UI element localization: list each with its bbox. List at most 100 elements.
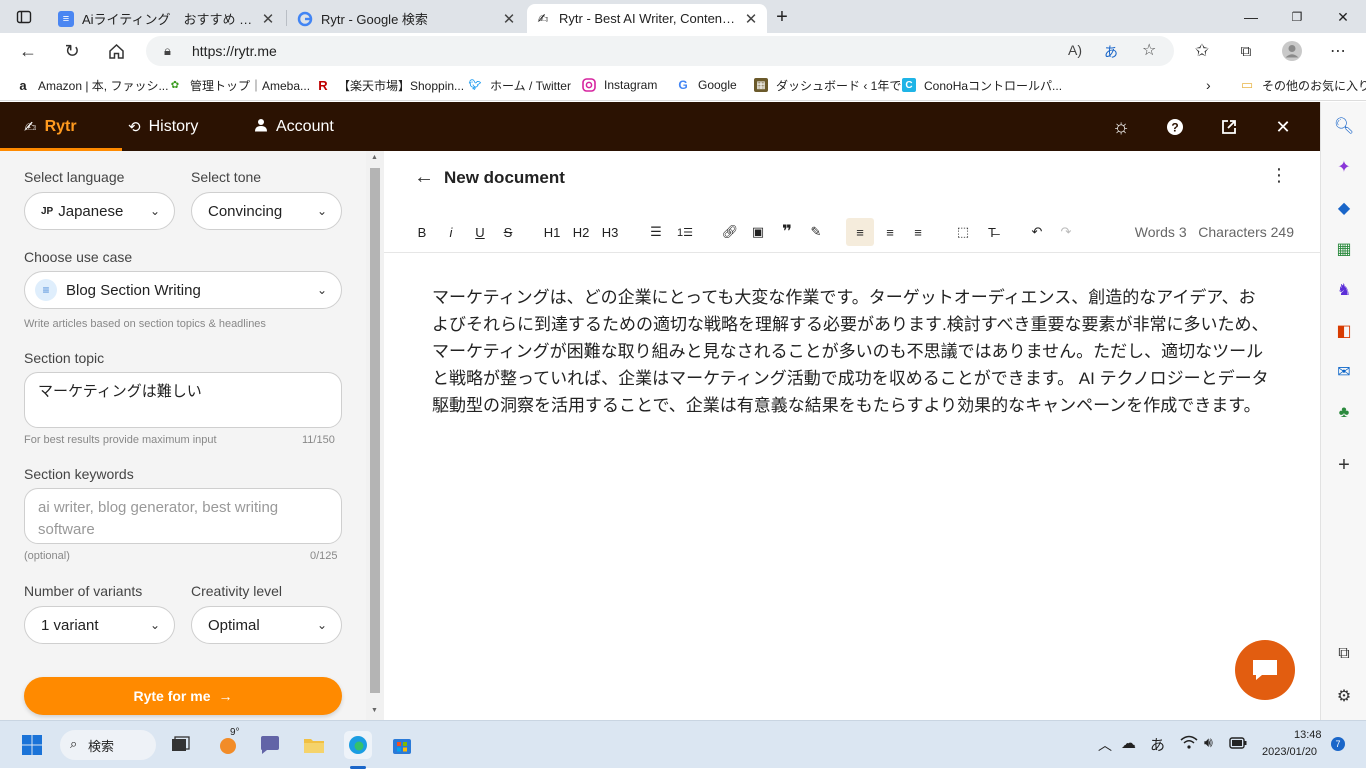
close-tab-icon[interactable]: ✕ bbox=[260, 10, 276, 28]
italic-button[interactable]: i bbox=[441, 220, 461, 244]
quote-icon[interactable]: ❞ bbox=[777, 220, 797, 244]
select-all-icon[interactable]: ⬚ bbox=[953, 220, 973, 244]
nav-account[interactable]: Account bbox=[254, 102, 334, 151]
ime-indicator[interactable]: あ bbox=[1150, 734, 1165, 755]
bookmark-instagram[interactable]: Instagram bbox=[582, 76, 657, 94]
office-icon[interactable]: ◧ bbox=[1332, 319, 1356, 343]
chat-support-button[interactable] bbox=[1235, 640, 1295, 700]
favorite-add-icon[interactable]: ☆ bbox=[1142, 40, 1156, 60]
h2-button[interactable]: H2 bbox=[571, 220, 591, 244]
weather-icon[interactable]: 9° bbox=[214, 727, 242, 759]
settings-gear-icon[interactable]: ⚙ bbox=[1332, 684, 1356, 708]
chat-teams-icon[interactable] bbox=[256, 731, 284, 759]
chevron-up-icon[interactable]: ︿ bbox=[1098, 735, 1112, 755]
other-favorites[interactable]: ▭ その他のお気に入り bbox=[1240, 76, 1366, 94]
tools-icon[interactable]: ▦ bbox=[1332, 237, 1356, 261]
usecase-select[interactable]: ≡ Blog Section Writing ⌄ bbox=[24, 271, 342, 309]
games-icon[interactable]: ♞ bbox=[1332, 278, 1356, 302]
browser-tab-docs[interactable]: ≡ Aiライティング おすすめ - Google ド ✕ bbox=[50, 4, 284, 33]
redo-icon[interactable]: ↷ bbox=[1056, 220, 1076, 244]
read-aloud-icon[interactable]: A) bbox=[1068, 42, 1082, 58]
bookmark-amazon[interactable]: a Amazon | 本, ファッシ... bbox=[16, 76, 168, 94]
strikethrough-button[interactable]: S bbox=[498, 220, 518, 244]
url-field[interactable]: 🔒︎ https://rytr.me A) あ ☆ bbox=[146, 36, 1174, 66]
document-menu-icon[interactable]: ⋮ bbox=[1270, 165, 1288, 186]
new-tab-icon[interactable]: + bbox=[771, 6, 793, 28]
task-view-icon[interactable] bbox=[166, 731, 194, 759]
scroll-down-icon[interactable]: ▼ bbox=[371, 707, 378, 714]
document-title[interactable]: New document bbox=[444, 168, 565, 188]
store-icon[interactable] bbox=[388, 731, 416, 759]
align-right-icon[interactable]: ≡ bbox=[908, 220, 928, 244]
tab-actions-icon[interactable] bbox=[13, 6, 35, 28]
browser-tab-rytr[interactable]: ✍ Rytr - Best AI Writer, Content Gen ✕ bbox=[527, 4, 767, 33]
h1-button[interactable]: H1 bbox=[542, 220, 562, 244]
close-tab-icon[interactable]: ✕ bbox=[501, 10, 517, 28]
shopping-tag-icon[interactable]: ◆ bbox=[1332, 196, 1356, 220]
profile-avatar[interactable] bbox=[1280, 39, 1304, 63]
link-icon[interactable]: 🔗︎ bbox=[720, 220, 740, 244]
bookmark-twitter[interactable]: 🐦︎ ホーム / Twitter bbox=[468, 76, 571, 94]
bookmark-rakuten[interactable]: R 【楽天市場】Shoppin... bbox=[316, 76, 464, 94]
close-tab-icon[interactable]: ✕ bbox=[743, 10, 759, 28]
home-icon[interactable] bbox=[104, 39, 128, 63]
scroll-up-icon[interactable]: ▲ bbox=[371, 154, 378, 161]
undo-icon[interactable]: ↶ bbox=[1027, 220, 1047, 244]
underline-button[interactable]: U bbox=[470, 220, 490, 244]
variants-select[interactable]: 1 variant ⌄ bbox=[24, 606, 175, 644]
windows-start-icon[interactable] bbox=[18, 731, 46, 759]
nav-history[interactable]: ⟲ History bbox=[128, 102, 198, 151]
translate-icon[interactable]: あ bbox=[1104, 42, 1118, 62]
bookmark-ameba[interactable]: ✿ 管理トップ｜Ameba... bbox=[168, 76, 310, 94]
wifi-icon[interactable] bbox=[1180, 734, 1198, 753]
theme-toggle-icon[interactable]: ☼ bbox=[1108, 114, 1134, 140]
back-arrow-icon[interactable]: ← bbox=[414, 166, 434, 189]
minimize-icon[interactable]: — bbox=[1240, 6, 1262, 28]
copilot-icon[interactable]: ✦ bbox=[1332, 155, 1356, 179]
close-panel-icon[interactable]: ✕ bbox=[1270, 114, 1296, 140]
highlight-pen-icon[interactable]: ✎ bbox=[806, 220, 826, 244]
section-keywords-input[interactable]: ai writer, blog generator, best writing … bbox=[24, 488, 342, 544]
rytr-logo[interactable]: ✍ Rytr bbox=[24, 102, 77, 151]
restore-icon[interactable]: ❐ bbox=[1286, 6, 1308, 28]
outlook-icon[interactable]: ✉ bbox=[1332, 360, 1356, 384]
search-icon[interactable]: 🔍︎ bbox=[1332, 114, 1356, 138]
tree-icon[interactable]: ♣ bbox=[1332, 401, 1356, 425]
ryte-for-me-button[interactable]: Ryte for me → bbox=[24, 677, 342, 715]
add-sidebar-icon[interactable]: + bbox=[1332, 453, 1356, 477]
clock-time[interactable]: 13:48 bbox=[1294, 729, 1322, 741]
onedrive-cloud-icon[interactable]: ☁ bbox=[1121, 734, 1136, 752]
taskbar-search-box[interactable]: ⌕ 検索 bbox=[60, 730, 156, 760]
clock-date[interactable]: 2023/01/20 bbox=[1262, 746, 1317, 758]
tone-select[interactable]: Convincing ⌄ bbox=[191, 192, 342, 230]
edge-browser-icon[interactable] bbox=[344, 731, 372, 759]
creativity-select[interactable]: Optimal ⌄ bbox=[191, 606, 342, 644]
more-menu-icon[interactable]: ⋯ bbox=[1326, 39, 1350, 63]
bullet-list-icon[interactable]: ☰ bbox=[646, 220, 666, 244]
browser-tab-google[interactable]: Rytr - Google 検索 ✕ bbox=[289, 4, 525, 33]
volume-icon[interactable]: 🔊︎ bbox=[1204, 734, 1213, 751]
back-icon[interactable]: ← bbox=[16, 39, 40, 63]
language-select[interactable]: JP Japanese ⌄ bbox=[24, 192, 175, 230]
h3-button[interactable]: H3 bbox=[600, 220, 620, 244]
notification-badge[interactable]: 7 bbox=[1331, 737, 1345, 751]
bookmark-conoha[interactable]: C ConoHaコントロールパ... bbox=[902, 76, 1062, 94]
align-center-icon[interactable]: ≡ bbox=[880, 220, 900, 244]
align-left-icon[interactable]: ≡ bbox=[846, 218, 874, 246]
refresh-icon[interactable]: ↻ bbox=[60, 39, 84, 63]
bookmark-google[interactable]: G Google bbox=[676, 76, 736, 94]
close-window-icon[interactable]: ✕ bbox=[1332, 6, 1354, 28]
numbered-list-icon[interactable]: 1☰ bbox=[675, 220, 695, 244]
bold-button[interactable]: B bbox=[412, 220, 432, 244]
section-topic-input[interactable]: マーケティングは難しい bbox=[24, 372, 342, 428]
help-icon[interactable]: ? bbox=[1162, 114, 1188, 140]
collections-icon[interactable]: ⧉ bbox=[1234, 39, 1258, 63]
image-icon[interactable]: ▣ bbox=[748, 220, 768, 244]
scrollbar-thumb[interactable] bbox=[370, 168, 380, 693]
favorites-icon[interactable]: ✩ bbox=[1190, 39, 1214, 63]
document-body-text[interactable]: マーケティングは、どの企業にとっても大変な作業です。ターゲットオーディエンス、創… bbox=[432, 284, 1272, 419]
battery-icon[interactable] bbox=[1229, 736, 1247, 754]
bookmarks-overflow-icon[interactable]: › bbox=[1206, 76, 1211, 94]
bookmark-dashboard[interactable]: ▦ ダッシュボード ‹ 1年で... bbox=[754, 76, 911, 94]
open-external-icon[interactable] bbox=[1216, 114, 1242, 140]
